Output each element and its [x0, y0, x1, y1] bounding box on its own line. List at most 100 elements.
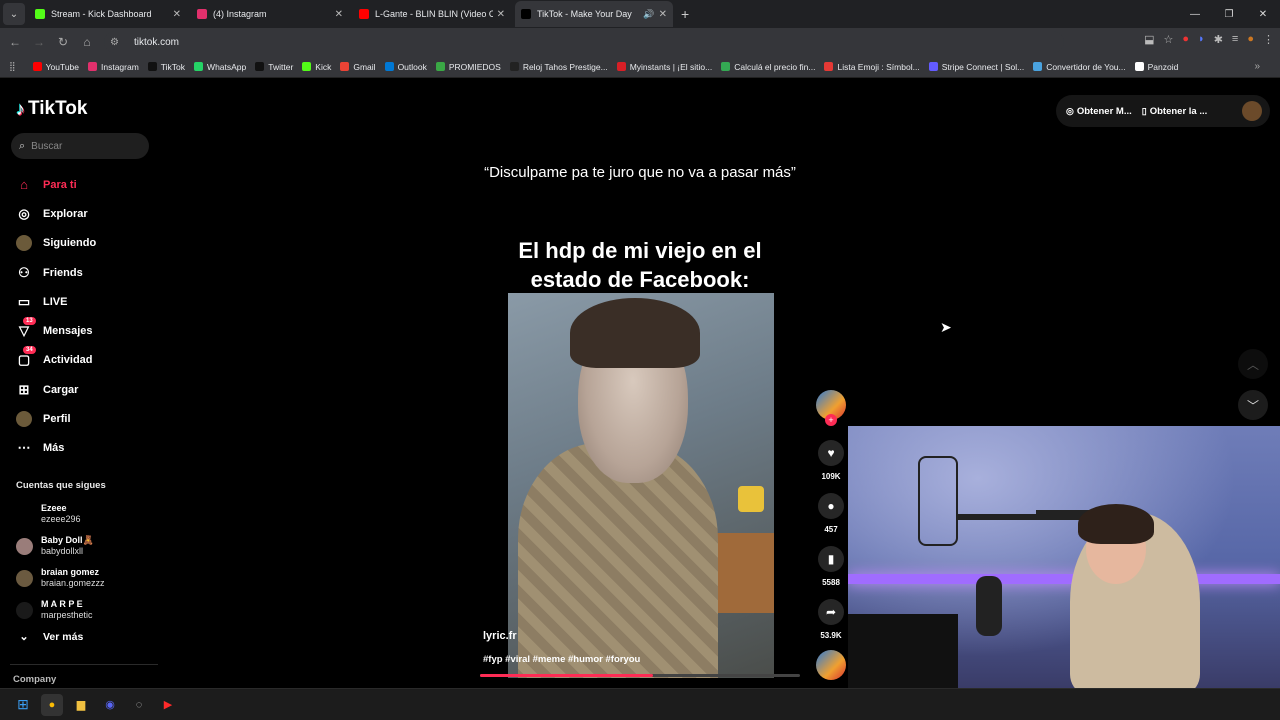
bookmark-star-icon[interactable]: ☆: [1164, 33, 1174, 46]
webcam-microphone: [976, 576, 1002, 636]
following-account[interactable]: Baby Doll🧸 babydollxll: [16, 530, 105, 562]
nav-item-cargar[interactable]: ⊞ Cargar: [16, 375, 96, 404]
video-hashtags[interactable]: #fyp #viral #meme #humor #foryou: [483, 654, 640, 665]
bookmark-item[interactable]: Gmail: [340, 62, 376, 72]
nav-item-explorar[interactable]: ◎ Explorar: [16, 199, 96, 228]
more-bookmarks-icon[interactable]: »: [1254, 61, 1260, 72]
nav-item-actividad[interactable]: ▢ 34 Actividad: [16, 346, 96, 375]
tab-search-button[interactable]: ⌄: [3, 3, 25, 25]
home-browser-icon[interactable]: ⌂: [75, 35, 99, 49]
bookmark-item[interactable]: Twitter: [255, 62, 293, 72]
minimize-button[interactable]: —: [1178, 0, 1212, 28]
save-button[interactable]: ▮ 5588: [814, 546, 848, 587]
bookmark-item[interactable]: WhatsApp: [194, 62, 246, 72]
bookmark-item[interactable]: Stripe Connect | Sol...: [928, 62, 1024, 72]
previous-video-button[interactable]: ︿: [1238, 349, 1268, 379]
save-count: 5588: [822, 578, 840, 587]
install-icon[interactable]: ⬓: [1144, 33, 1154, 46]
apps-icon[interactable]: ⣿: [9, 61, 16, 72]
bookmark-item[interactable]: Calculá el precio fin...: [721, 62, 815, 72]
follow-plus-icon[interactable]: +: [825, 414, 837, 426]
bookmark-item[interactable]: Instagram: [88, 62, 139, 72]
browser-tab[interactable]: (4) Instagram ✕: [191, 1, 349, 27]
video-player[interactable]: [508, 293, 774, 678]
close-tab-icon[interactable]: ✕: [173, 9, 181, 20]
reload-icon[interactable]: ↻: [51, 35, 75, 49]
tab-favicon-icon: [35, 9, 45, 19]
following-account[interactable]: braian gomez braian.gomezzz: [16, 562, 105, 594]
share-button[interactable]: ➦ 53.9K: [814, 599, 848, 640]
nav-item-para-ti[interactable]: ⌂ Para ti: [16, 170, 96, 199]
chrome-taskbar-icon[interactable]: ●: [41, 693, 63, 716]
bookmark-item[interactable]: Lista Emoji : Símbol...: [824, 62, 920, 72]
get-coins-button[interactable]: ◎ Obtener M...: [1066, 106, 1132, 117]
next-video-button[interactable]: ﹀: [1238, 390, 1268, 420]
creator-avatar[interactable]: +: [816, 390, 846, 426]
tab-favicon-icon: [197, 9, 207, 19]
browser-tab[interactable]: L-Gante - BLIN BLIN (Video Ofi... ✕: [353, 1, 511, 27]
bookmark-item[interactable]: Kick: [302, 62, 331, 72]
account-avatar: [16, 569, 33, 587]
file-explorer-icon[interactable]: ▆: [70, 694, 92, 716]
search-input[interactable]: ⌕ Buscar: [11, 133, 149, 159]
nav-item-m-s[interactable]: ⋯ Más: [16, 434, 96, 463]
site-info-icon[interactable]: ⚙: [110, 37, 126, 48]
restore-button[interactable]: ❐: [1212, 0, 1246, 28]
browser-tab[interactable]: TikTok - Make Your Day 🔊 ✕: [515, 1, 673, 27]
account-handle: marpesthetic: [41, 610, 93, 620]
media-player-icon[interactable]: ▶: [157, 694, 179, 716]
extension-2-icon[interactable]: ◗: [1198, 33, 1205, 46]
browser-menu-icon[interactable]: ⋮: [1263, 33, 1274, 46]
video-author[interactable]: lyric.fr: [483, 630, 517, 642]
close-window-button[interactable]: ✕: [1246, 0, 1280, 28]
bookmark-label: Kick: [315, 61, 332, 72]
media-icon[interactable]: ≡: [1232, 33, 1238, 46]
windows-start-icon[interactable]: ⊞: [12, 694, 34, 716]
bookmark-item[interactable]: TikTok: [147, 62, 185, 72]
nav-item-live[interactable]: ▭ LIVE: [16, 287, 96, 316]
user-avatar[interactable]: [1242, 101, 1262, 121]
nav-item-mensajes[interactable]: ▽ 13 Mensajes: [16, 316, 96, 345]
bookmark-item[interactable]: Myinstants | ¡El sitio...: [616, 62, 712, 72]
bookmark-label: Twitter: [268, 61, 294, 72]
nav-item-siguiendo[interactable]: Siguiendo: [16, 229, 96, 258]
nav-label: Friends: [43, 266, 83, 279]
like-button[interactable]: ♥ 109K: [814, 440, 848, 481]
speaker-icon[interactable]: 🔊: [643, 9, 654, 20]
following-account[interactable]: M A R P Emarpesthetic: [16, 594, 105, 626]
following-account[interactable]: Ezeee ezeee296: [16, 498, 105, 530]
bookmark-item[interactable]: Outlook: [384, 62, 427, 72]
bookmark-item[interactable]: YouTube: [32, 62, 79, 72]
sound-disc[interactable]: [816, 650, 846, 680]
bookmark-item[interactable]: Reloj Tahos Prestige...: [509, 62, 608, 72]
obs-icon[interactable]: ◌: [128, 694, 150, 716]
close-tab-icon[interactable]: ✕: [497, 9, 505, 20]
see-more-button[interactable]: ⌄ Ver más: [16, 630, 83, 644]
back-icon[interactable]: ←: [3, 35, 27, 49]
company-link[interactable]: Company: [13, 674, 56, 685]
extension-1-icon[interactable]: ●: [1182, 33, 1189, 46]
bookmark-favicon-icon: [928, 62, 938, 71]
bookmark-item[interactable]: Panzoid: [1134, 62, 1178, 72]
forward-icon[interactable]: →: [27, 35, 51, 49]
get-app-button[interactable]: ▯ Obtener la ...: [1142, 106, 1208, 117]
discord-icon[interactable]: ◉: [99, 694, 121, 716]
browser-tab[interactable]: Stream - Kick Dashboard ✕: [29, 1, 187, 27]
url-bar[interactable]: ⚙ tiktok.com: [104, 31, 1064, 53]
live-icon: ▭: [17, 293, 31, 309]
comment-button[interactable]: ● 457: [814, 493, 848, 534]
search-icon: ⌕: [19, 139, 26, 152]
bookmark-item[interactable]: PROMIEDOS: [435, 62, 501, 72]
close-tab-icon[interactable]: ✕: [335, 9, 343, 20]
tiktok-logo[interactable]: ♪ TikTok: [16, 98, 87, 120]
bookmark-item[interactable]: Convertidor de You...: [1033, 62, 1126, 72]
close-tab-icon[interactable]: ✕: [659, 9, 667, 20]
new-tab-button[interactable]: +: [681, 6, 689, 22]
tab-title: TikTok - Make Your Day: [537, 9, 632, 19]
account-name: braian gomez: [41, 567, 100, 577]
extensions-icon[interactable]: ✱: [1214, 33, 1223, 46]
profile-browser-icon[interactable]: ●: [1247, 33, 1254, 46]
nav-item-friends[interactable]: ⚇ Friends: [16, 258, 96, 287]
video-progress-bar[interactable]: [480, 674, 800, 677]
nav-item-perfil[interactable]: Perfil: [16, 404, 96, 433]
